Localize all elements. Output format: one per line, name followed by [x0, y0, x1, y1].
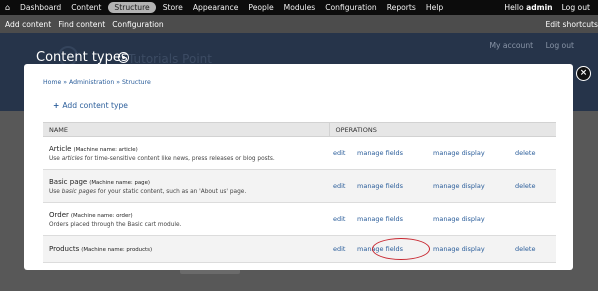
highlight-annotation	[372, 238, 430, 260]
my-account-link[interactable]: My account	[489, 41, 533, 50]
type-name-line: Basic page (Machine name: page)	[49, 178, 329, 186]
user-greeting: Hello admin	[495, 3, 552, 12]
desc-em: articles	[61, 155, 83, 162]
page-title: Content types	[36, 50, 128, 65]
toolbar-item-appearance[interactable]: Appearance	[193, 3, 239, 12]
type-description: Orders placed through the Basic cart mod…	[49, 222, 329, 228]
desc-em: basic pages	[61, 188, 97, 195]
toolbar-item-configuration[interactable]: Configuration	[325, 3, 377, 12]
type-description: Use articles for time-sensitive content …	[49, 156, 329, 162]
add-content-type-label[interactable]: Add content type	[62, 101, 128, 110]
content-types-table: NAME OPERATIONS Article (Machine name: ar…	[43, 122, 556, 263]
username[interactable]: admin	[526, 3, 552, 12]
toolbar-item-dashboard[interactable]: Dashboard	[20, 3, 61, 12]
desc-post: for time-sensitive content like news, pr…	[82, 155, 275, 162]
manage-display-link[interactable]: manage display	[433, 182, 485, 190]
type-description: Use basic pages for your static content,…	[49, 189, 329, 195]
shortcut-find-content[interactable]: Find content	[58, 20, 105, 29]
toolbar-item-store[interactable]: Store	[163, 3, 183, 12]
toolbar-item-modules[interactable]: Modules	[284, 3, 316, 12]
machine-name: (Machine name: order)	[70, 212, 133, 219]
type-name: Basic page	[49, 177, 88, 186]
header-logout-link[interactable]: Log out	[546, 41, 574, 50]
table-row: Article (Machine name: article) Use artic…	[43, 136, 556, 170]
delete-link[interactable]: delete	[515, 182, 535, 190]
edit-link[interactable]: edit	[333, 182, 345, 190]
manage-display-link[interactable]: manage display	[433, 245, 485, 253]
table-row: Basic page (Machine name: page) Use basic…	[43, 169, 556, 203]
name-cell: Order (Machine name: order) Orders placed…	[43, 202, 329, 236]
home-icon[interactable]: ⌂	[0, 0, 15, 15]
name-cell: Products (Machine name: products)	[43, 235, 329, 263]
delete-link[interactable]: delete	[515, 149, 535, 157]
header-operations: OPERATIONS	[328, 122, 556, 137]
header-user-links: My account Log out	[479, 41, 574, 50]
shortcut-configuration[interactable]: Configuration	[112, 20, 164, 29]
plus-icon: +	[53, 101, 60, 110]
shortcut-add-content[interactable]: Add content	[5, 20, 51, 29]
edit-link[interactable]: edit	[333, 215, 345, 223]
toolbar-logout-link[interactable]: Log out	[562, 3, 590, 12]
table-row: Products (Machine name: products) edit ma…	[43, 235, 556, 263]
toolbar-item-reports[interactable]: Reports	[387, 3, 416, 12]
type-name: Article	[49, 144, 72, 153]
machine-name: (Machine name: article)	[73, 146, 138, 153]
manage-fields-link[interactable]: manage fields	[357, 182, 403, 190]
name-cell: Basic page (Machine name: page) Use basic…	[43, 169, 329, 203]
machine-name: (Machine name: page)	[89, 179, 151, 186]
table-row: Order (Machine name: order) Orders placed…	[43, 202, 556, 236]
type-name: Order	[49, 210, 69, 219]
header-name: NAME	[43, 122, 329, 137]
type-name-line: Article (Machine name: article)	[49, 145, 329, 153]
toolbar-item-help[interactable]: Help	[426, 3, 443, 12]
delete-link[interactable]: delete	[515, 245, 535, 253]
manage-display-link[interactable]: manage display	[433, 215, 485, 223]
manage-fields-link[interactable]: manage fields	[357, 149, 403, 157]
toolbar-menu: ⌂ Dashboard Content Structure Store Appe…	[0, 0, 448, 15]
toolbar-item-structure[interactable]: Structure	[108, 2, 156, 13]
type-name: Products	[49, 245, 80, 253]
admin-toolbar: ⌂ Dashboard Content Structure Store Appe…	[0, 0, 598, 15]
edit-link[interactable]: edit	[333, 245, 345, 253]
edit-link[interactable]: edit	[333, 149, 345, 157]
desc-pre: Use	[49, 188, 62, 195]
desc-pre: Use	[49, 155, 62, 162]
machine-name: (Machine name: products)	[81, 247, 153, 253]
greeting-text: Hello	[504, 3, 524, 12]
type-name-line: Order (Machine name: order)	[49, 211, 329, 219]
breadcrumb[interactable]: Home » Administration » Structure	[43, 79, 151, 86]
gear-icon[interactable]	[118, 52, 129, 63]
toolbar-item-people[interactable]: People	[248, 3, 273, 12]
manage-display-link[interactable]: manage display	[433, 149, 485, 157]
add-content-type-link[interactable]: + Add content type	[53, 101, 128, 110]
edit-shortcuts-link[interactable]: Edit shortcuts	[545, 15, 598, 33]
desc-post: for your static content, such as an 'Abo…	[96, 188, 247, 195]
type-name-line: Products (Machine name: products)	[49, 245, 329, 253]
desc-pre: Orders placed through the Basic cart mod…	[49, 221, 182, 228]
toolbar-item-content[interactable]: Content	[71, 3, 101, 12]
shortcuts-bar: Add content Find content Configuration E…	[0, 15, 598, 33]
name-cell: Article (Machine name: article) Use artic…	[43, 136, 329, 170]
close-icon[interactable]: ×	[576, 66, 591, 81]
toolbar-user: Hello admin Log out	[486, 0, 590, 15]
manage-fields-link[interactable]: manage fields	[357, 215, 403, 223]
